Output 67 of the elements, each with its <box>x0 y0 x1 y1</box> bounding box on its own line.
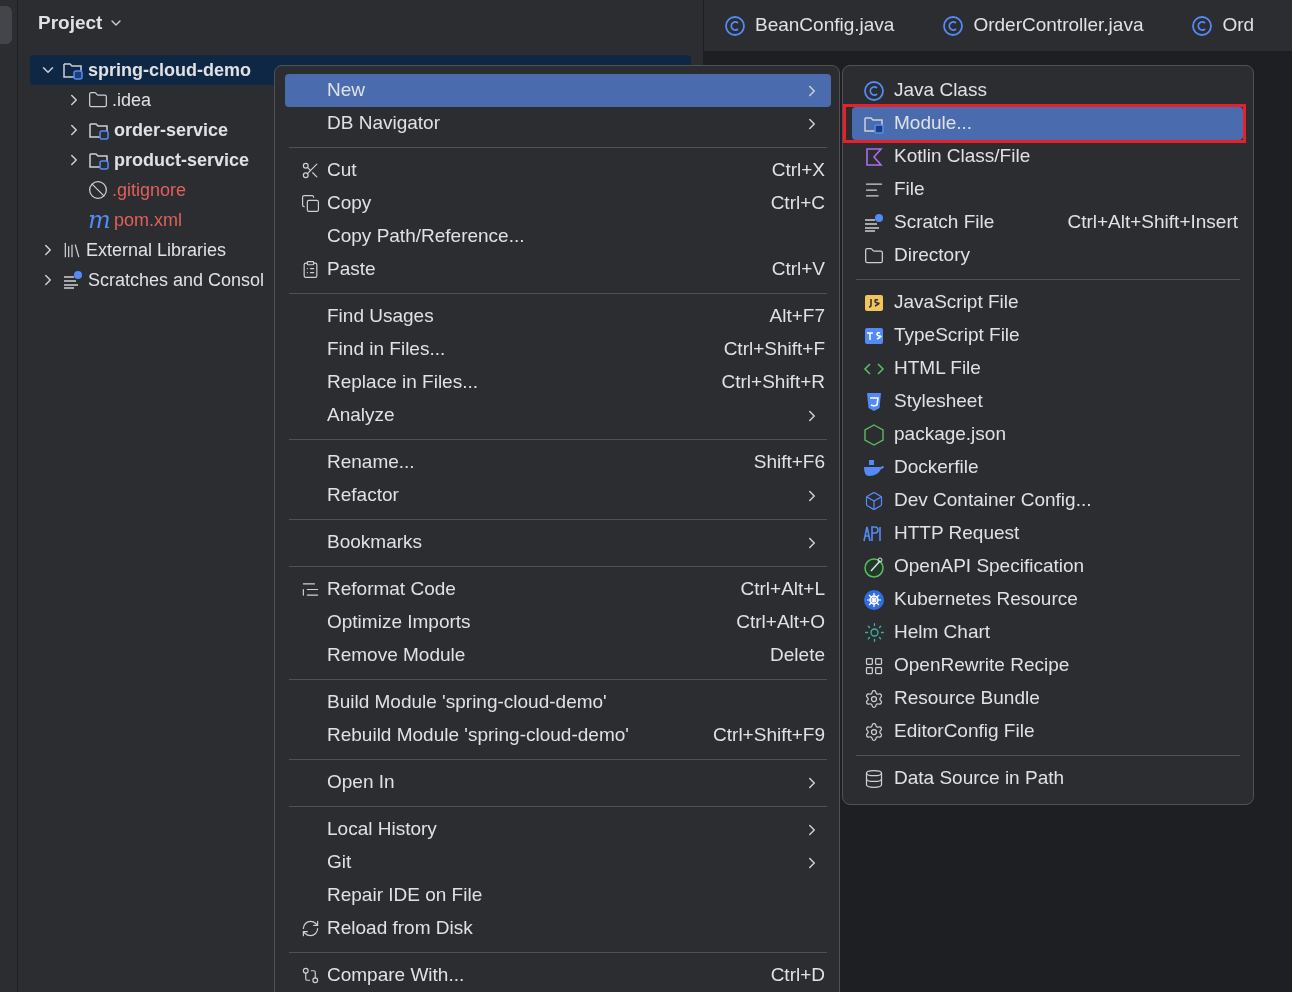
menu-item-label: Cut <box>327 158 357 183</box>
menu-item-label: Local History <box>327 817 437 842</box>
item-label: External Libraries <box>86 238 227 262</box>
menu-item-label: Replace in Files... <box>327 370 478 395</box>
menu-item-label: Rename... <box>327 450 415 475</box>
menu-item-label: Analyze <box>327 403 395 428</box>
menu-item-label: Resource Bundle <box>894 686 1040 711</box>
menu-item-label: TypeScript File <box>894 323 1020 348</box>
menu-item-label: Copy <box>327 191 372 216</box>
menu-item-label: Module... <box>894 111 973 136</box>
menu-item-label: Build Module 'spring-cloud-demo' <box>327 690 607 715</box>
item-label: .idea <box>112 88 152 112</box>
menu-item-label: Paste <box>327 257 376 282</box>
menu-item-label: Find Usages <box>327 304 434 329</box>
menu-item-label: Reformat Code <box>327 577 456 602</box>
shortcut-text: Ctrl+D <box>769 963 825 988</box>
menu-item-label: Refactor <box>327 483 399 508</box>
menu-item-label: HTML File <box>894 356 981 381</box>
menu-item-label: Reload from Disk <box>327 916 473 941</box>
shortcut-text: Shift+F6 <box>752 450 825 475</box>
shortcut-text: Ctrl+Alt+Shift+Insert <box>1066 210 1238 235</box>
shortcut-text: Ctrl+Shift+R <box>720 370 825 395</box>
item-label: pom.xml <box>114 208 182 232</box>
menu-item-label: OpenAPI Specification <box>894 554 1085 579</box>
menu-item-label: Copy Path/Reference... <box>327 224 525 249</box>
menu-item-label: Repair IDE on File <box>327 883 483 908</box>
shortcut-text: Ctrl+Shift+F9 <box>712 723 825 748</box>
menu-item-label: Open In <box>327 770 395 795</box>
menu-item-label: package.json <box>894 422 1006 447</box>
menu-item-label: Dockerfile <box>894 455 979 480</box>
menu-item-label: Kotlin Class/File <box>894 144 1031 169</box>
menu-item-label: Kubernetes Resource <box>894 587 1078 612</box>
maven-icon: m <box>88 208 110 232</box>
item-label: order-service <box>114 118 229 142</box>
shortcut-text: Ctrl+V <box>770 257 825 282</box>
item-label: Scratches and Consol <box>88 268 265 292</box>
item-label: spring-cloud-demo <box>88 58 251 82</box>
menu-item-label: HTTP Request <box>894 521 1020 546</box>
shortcut-text: Ctrl+Shift+F <box>722 337 825 362</box>
menu-item-label: Java Class <box>894 78 987 103</box>
menu-item-label: Dev Container Config... <box>894 488 1092 513</box>
menu-item-label: Data Source in Path <box>894 766 1065 791</box>
menu-item-label: JavaScript File <box>894 290 1019 315</box>
menu-item-label: File <box>894 177 925 202</box>
menu-item-label: OpenRewrite Recipe <box>894 653 1070 678</box>
item-label: .gitignore <box>112 178 187 202</box>
shortcut-text: Alt+F7 <box>768 304 825 329</box>
shortcut-text: Ctrl+C <box>769 191 825 216</box>
menu-item-label: Bookmarks <box>327 530 423 555</box>
menu-item-label: DB Navigator <box>327 111 440 136</box>
item-label: product-service <box>114 148 250 172</box>
shortcut-text: Ctrl+X <box>770 158 825 183</box>
menu-item-label: Stylesheet <box>894 389 983 414</box>
menu-item-label: Helm Chart <box>894 620 991 645</box>
menu-item-label: Directory <box>894 243 970 268</box>
shortcut-text: Delete <box>769 643 825 668</box>
menu-item-label: Rebuild Module 'spring-cloud-demo' <box>327 723 629 748</box>
menu-item-label: Git <box>327 850 352 875</box>
shortcut-text: Ctrl+Alt+L <box>739 577 825 602</box>
menu-item-label: EditorConfig File <box>894 719 1035 744</box>
menu-item-label: Remove Module <box>327 643 466 668</box>
menu-item-label: Find in Files... <box>327 337 446 362</box>
shortcut-text: Ctrl+Alt+O <box>735 610 825 635</box>
menu-item-label: Compare With... <box>327 963 465 988</box>
menu-item-label: New <box>327 78 365 103</box>
menu-item-label: Optimize Imports <box>327 610 471 635</box>
menu-item-label: Scratch File <box>894 210 995 235</box>
